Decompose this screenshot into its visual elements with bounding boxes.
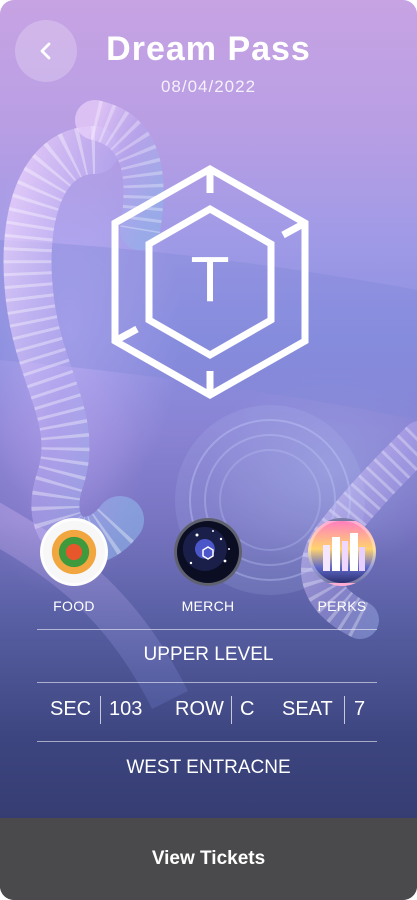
entrance-label: WEST ENTRACNE bbox=[126, 757, 291, 778]
perks-shortcut[interactable]: PERKS bbox=[297, 518, 387, 614]
team-logo: T bbox=[111, 165, 309, 399]
separator bbox=[231, 696, 232, 724]
food-shortcut[interactable]: FOOD bbox=[29, 518, 119, 614]
seat-label: SEAT bbox=[282, 698, 333, 720]
divider bbox=[37, 629, 377, 630]
perks-thumbnail-icon bbox=[308, 518, 376, 586]
merch-label: MERCH bbox=[181, 598, 235, 614]
perks-label: PERKS bbox=[317, 598, 367, 614]
event-date: 08/04/2022 bbox=[160, 77, 257, 96]
row-value: C bbox=[240, 698, 255, 720]
background-art bbox=[0, 100, 417, 709]
ticket-card: Dream Pass 08/04/2022 T FOOD MERCH PERKS… bbox=[0, 0, 417, 900]
food-thumbnail-icon bbox=[40, 518, 108, 586]
divider bbox=[37, 741, 377, 742]
ticket-level: UPPER LEVEL bbox=[143, 644, 274, 665]
merch-shortcut[interactable]: MERCH bbox=[163, 518, 253, 614]
separator bbox=[344, 696, 345, 724]
page-title: Dream Pass bbox=[106, 30, 311, 68]
merch-thumbnail-icon bbox=[174, 518, 242, 586]
section-label: SEC bbox=[50, 698, 92, 720]
food-label: FOOD bbox=[53, 598, 95, 614]
row-label: ROW bbox=[175, 698, 224, 720]
view-tickets-label: View Tickets bbox=[151, 848, 266, 869]
divider bbox=[37, 682, 377, 683]
section-value: 103 bbox=[109, 698, 143, 720]
view-tickets-button[interactable]: View Tickets bbox=[0, 818, 417, 900]
seat-value: 7 bbox=[354, 698, 366, 720]
separator bbox=[100, 696, 101, 724]
logo-letter: T bbox=[190, 243, 229, 315]
